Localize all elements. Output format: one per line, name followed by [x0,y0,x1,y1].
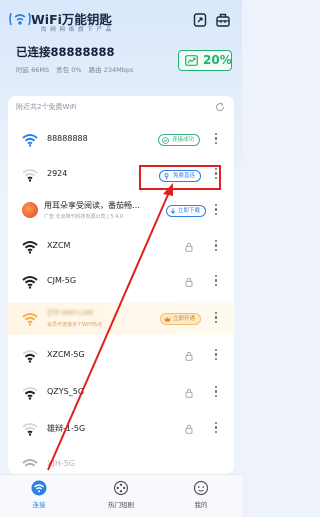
open-membership-button[interactable]: 立即开通 [160,313,202,325]
download-now-label: 立即下载 [178,208,201,214]
download-icon [170,208,176,214]
ad-app-icon [22,202,38,218]
more-options-icon[interactable] [214,204,218,218]
check-circle-icon [162,137,169,144]
ad-title: 用耳朵享受阅读，番茄畅… [44,201,140,210]
wifi-list-card: 附近共2个免费WiFi 88888888 连接成功 2924 免费直连 用耳朵享… [8,96,234,474]
ad-subtitle: 广告 北京锋刊科技有限公司 | 5.4.0 [44,214,124,220]
wifi-signal-weak-icon [22,350,38,363]
more-options-icon[interactable] [214,312,218,326]
wifi-signal-icon [22,276,38,289]
wifi-signal-weak-icon [22,423,38,436]
wifi-ssid: 雄辩-1-5G [47,424,86,433]
nav-connect[interactable]: 连接 [9,480,69,509]
nav-profile[interactable]: 我的 [171,480,231,509]
wifi-row-locked[interactable]: 雄辩-1-5G [8,414,234,444]
wifi-key-logo-icon [9,12,31,26]
wifi-row-locked[interactable]: XJH-5G [8,450,234,474]
toolbox-icon[interactable] [215,12,231,28]
packet-loss-label: 丢包 0% [56,66,82,74]
app-header: WiFi万能钥匙 尚 网 网 络 旗 下 产 品 [8,8,234,40]
lock-icon [185,424,193,434]
nearby-wifi-header: 附近共2个免费WiFi [16,103,77,111]
wifi-row-locked[interactable]: XZCM [8,232,234,262]
profile-face-icon [193,480,209,496]
wifi-ssid: XJH-5G [47,459,76,468]
ad-row[interactable]: 用耳朵享受阅读，番茄畅… 广告 北京锋刊科技有限公司 | 5.4.0 立即下载 [8,196,234,226]
app-subtitle: 尚 网 网 络 旗 下 产 品 [41,27,113,33]
connected-success-label: 连接成功 [172,137,195,143]
wifi-row-locked[interactable]: CJM-5G [8,267,234,297]
bottom-navigation: 连接 热门短剧 我的 [0,474,242,517]
connected-success-button[interactable]: 连接成功 [158,134,201,146]
wifi-signal-icon [22,459,38,467]
wifi-row-locked[interactable]: QZYS_5G [8,378,234,408]
wifi-signal-gold-icon [22,313,38,326]
wifi-ssid: CJM-5G [47,276,77,285]
highlight-box [139,165,221,190]
wifi-nav-icon [31,480,47,496]
speed-boost-value: 20% [203,53,232,67]
wifi-ssid: 88888888 [47,134,88,143]
promo-subtitle: 会员可连接多个WiFi热点 [47,322,103,328]
nav-short-drama[interactable]: 热门短剧 [91,480,151,509]
film-reel-icon [113,480,129,496]
latency-label: 时延 66MS [16,66,50,74]
open-membership-label: 立即开通 [173,316,196,322]
connection-metrics: 时延 66MS 丢包 0% 路由 234Mbps [16,64,138,74]
more-options-icon[interactable] [214,240,218,254]
more-options-icon[interactable] [214,386,218,400]
speed-boost-button[interactable]: 20% [178,50,232,71]
wifi-row-locked[interactable]: XZCM-5G [8,341,234,371]
wifi-ssid: QZYS_5G [47,387,85,396]
more-options-icon[interactable] [214,133,218,147]
member-promo-row[interactable]: ZTF-WiFi-LIMI 会员可连接多个WiFi热点 立即开通 [8,303,234,335]
connection-status-card: 已连接88888888 时延 66MS 丢包 0% 路由 234Mbps 20% [8,40,234,82]
wifi-signal-icon [22,241,38,254]
more-options-icon[interactable] [214,422,218,436]
crown-icon [164,316,171,322]
lock-icon [185,388,193,398]
wifi-ssid: 2924 [47,169,68,178]
wifi-ssid: XZCM-5G [47,350,85,359]
document-scan-icon[interactable] [192,12,208,28]
lock-icon [185,351,193,361]
lock-icon [185,242,193,252]
more-options-icon[interactable] [214,275,218,289]
download-now-button[interactable]: 立即下载 [166,205,207,217]
wifi-signal-icon [22,134,38,147]
more-options-icon[interactable] [214,349,218,363]
connected-network-title: 已连接88888888 [16,45,115,59]
wifi-signal-weak-icon [22,169,38,182]
promo-blurred-ssid: ZTF-WiFi-LIMI [47,309,94,317]
lock-icon [185,277,193,287]
router-speed-label: 路由 234Mbps [88,66,134,74]
refresh-icon[interactable] [215,102,225,112]
nav-profile-label: 我的 [194,501,208,509]
wifi-row-connected[interactable]: 88888888 连接成功 [8,125,234,155]
nav-short-drama-label: 热门短剧 [108,501,134,509]
wifi-ssid: XZCM [47,241,71,250]
wifi-signal-weak-icon [22,387,38,400]
nav-connect-label: 连接 [32,501,46,509]
trend-up-icon [185,55,198,66]
